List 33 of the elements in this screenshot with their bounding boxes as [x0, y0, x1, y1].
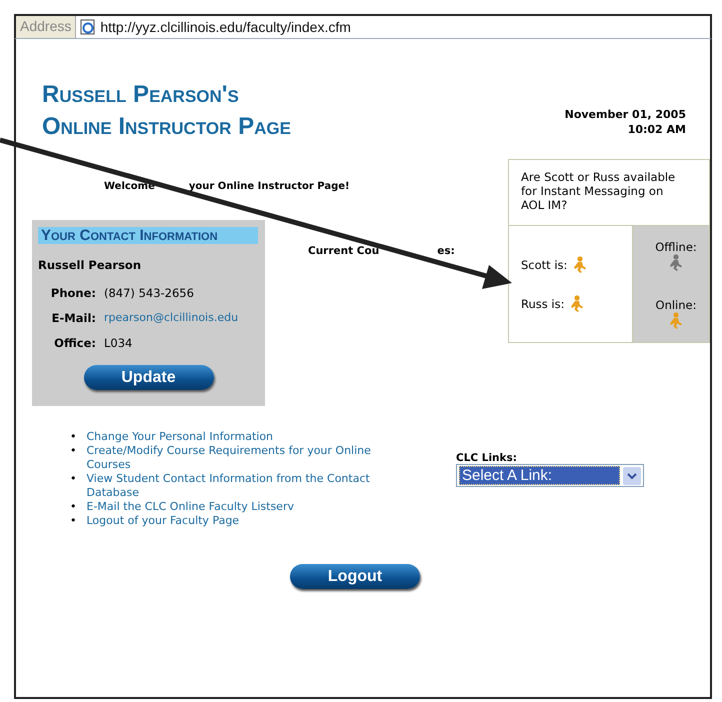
- person-label: Russ is:: [521, 296, 564, 310]
- legend-label: Online:: [656, 298, 696, 312]
- bullet: •: [70, 444, 76, 459]
- menu-link[interactable]: Change Your Personal Information: [86, 430, 386, 444]
- field-label: Office:: [53, 336, 96, 350]
- clc-links-label: CLC Links:: [456, 452, 518, 464]
- page-title: Russell Pearson's: [42, 80, 239, 110]
- menu-link[interactable]: E-Mail the CLC Online Faculty Listserv: [86, 500, 386, 514]
- field-value: L034: [104, 336, 132, 350]
- legend-label: Offline:: [655, 240, 697, 254]
- courses-label: Current Cou: [308, 245, 380, 257]
- contact-heading: Your Contact Information: [38, 227, 258, 244]
- courses-label: es:: [437, 245, 455, 257]
- bullet: •: [70, 430, 76, 444]
- update-button[interactable]: Update: [84, 365, 214, 390]
- bullet: •: [70, 472, 76, 487]
- field-label: Phone:: [50, 286, 96, 300]
- logout-button[interactable]: Logout: [290, 564, 420, 589]
- email-link[interactable]: rpearson@clcillinois.edu: [104, 311, 238, 324]
- field-value: (847) 543-2656: [104, 286, 194, 300]
- person-label: Scott is:: [521, 258, 568, 272]
- menu-link[interactable]: View Student Contact Information from the Contact Database: [86, 472, 386, 500]
- time-text: 10:02 AM: [628, 122, 686, 137]
- menu-link[interactable]: Create/Modify Course Requirements for your Online Courses: [86, 444, 386, 472]
- bullet: •: [70, 500, 76, 514]
- contact-name: Russell Pearson: [38, 258, 142, 272]
- menu-link[interactable]: Logout of your Faculty Page: [86, 514, 386, 528]
- field-label: E-Mail:: [50, 310, 96, 324]
- welcome-text: your Online Instructor Page!: [188, 181, 350, 192]
- page-title: Online Instructor Page: [42, 112, 291, 142]
- date-text: November 01, 2005: [564, 107, 686, 122]
- bullet: •: [70, 514, 76, 528]
- link-dropdown[interactable]: Select A Link:: [456, 464, 644, 487]
